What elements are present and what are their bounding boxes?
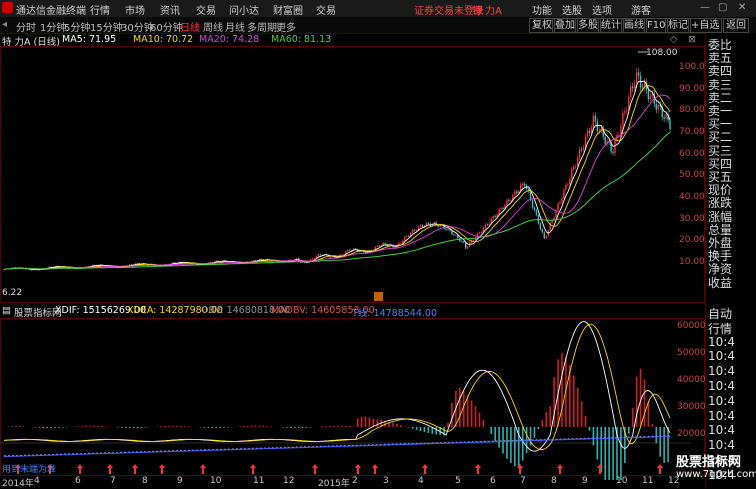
- period-toolbar: ◂ 分时 1分钟 5分钟 15分钟 30分钟 60分钟 日线 周线 月线 多周期…: [0, 17, 756, 34]
- price-tick-label: 50.00: [679, 170, 705, 180]
- indicator-chart[interactable]: 用到末端为准: [0, 318, 705, 480]
- date-tick-label: 11: [642, 476, 653, 486]
- menu-item-ask[interactable]: 问小达: [229, 2, 259, 17]
- indicator-info-line: ▤ 股票指标网 XDIF: 15156269.00 XDEA: 14287980…: [0, 305, 705, 317]
- low-marker: 6.22: [2, 288, 22, 298]
- price-tick-label: 20.00: [679, 235, 705, 245]
- indicator-tick-label: 50000: [677, 348, 706, 358]
- indicator-tick-label: 40000: [677, 375, 706, 385]
- chart-settings-icon[interactable]: ◇: [670, 34, 677, 45]
- menu-item-pick[interactable]: 选股: [562, 2, 582, 17]
- tab-period-30min[interactable]: 30分钟: [121, 19, 154, 34]
- date-tick-label: 10: [616, 476, 627, 486]
- indicator-tick-label: 30000: [677, 402, 706, 412]
- watermark-url: www.7gpzb.com: [676, 469, 756, 480]
- user-guest[interactable]: 游客: [631, 2, 651, 17]
- menu-item-market[interactable]: 行情: [90, 2, 110, 17]
- menu-item-options[interactable]: 选项: [592, 2, 612, 17]
- date-tick-label: 4: [418, 476, 424, 486]
- tab-period-5min[interactable]: 5分钟: [64, 19, 90, 34]
- current-stock: 特 力A: [472, 2, 502, 17]
- tick-row-label: 10:4: [708, 335, 735, 349]
- ma10-value: MA10: 70.72: [133, 34, 193, 45]
- minimize-icon[interactable]: —: [700, 2, 710, 13]
- top-menubar: 通达信金融终端 行情 市场 资讯 交易 问小达 财富圈 交易 证券交易未登录 特…: [0, 0, 756, 18]
- indicator-tick-label: 20000: [677, 429, 706, 439]
- tick-row-label: 10:4: [708, 409, 735, 423]
- price-tick-label: 60.00: [679, 149, 705, 159]
- menu-item-trade2[interactable]: 交易: [316, 2, 336, 17]
- tab-period-daily[interactable]: 日线: [180, 19, 200, 34]
- low-label: 6.22: [2, 288, 22, 298]
- date-tick-label: 12: [283, 476, 294, 486]
- menu-item-wealth[interactable]: 财富圈: [273, 2, 303, 17]
- tab-period-15min[interactable]: 15分钟: [90, 19, 123, 34]
- tab-period-monthly[interactable]: 月线: [225, 19, 245, 34]
- tab-period-60min[interactable]: 60分钟: [150, 19, 183, 34]
- tline-value: T线: 14788544.00: [352, 305, 437, 319]
- add-favorite-button[interactable]: +自选: [688, 18, 722, 33]
- app-logo-icon: [2, 2, 13, 13]
- chart-close-icon[interactable]: ⊠: [688, 34, 696, 45]
- menu-item-news[interactable]: 资讯: [160, 2, 180, 17]
- date-tick-label: 7: [520, 476, 526, 486]
- date-tick-label: 9: [582, 476, 588, 486]
- date-tick-label: 6: [490, 476, 496, 486]
- tab-period-weekly[interactable]: 周线: [203, 19, 223, 34]
- back-button[interactable]: 返回: [723, 18, 749, 33]
- quote-row-label: 收益: [708, 274, 732, 291]
- sub-note-label: 用到末端为准: [2, 463, 56, 475]
- tab-period-multi[interactable]: 多周期: [247, 19, 277, 34]
- price-tick-label: 70.00: [679, 127, 705, 137]
- date-tick-label: 6: [75, 476, 81, 486]
- date-tick-label: 8: [142, 476, 148, 486]
- app-title: 通达信金融终端: [16, 2, 86, 17]
- tick-row-label: 10:4: [708, 379, 735, 393]
- menu-item-trade[interactable]: 交易: [196, 2, 216, 17]
- date-tick-label: 8: [551, 476, 557, 486]
- date-tick-label: 9: [177, 476, 183, 486]
- tick-row-label: 10:4: [708, 423, 735, 437]
- tab-period-intraday[interactable]: 分时: [16, 19, 36, 34]
- tab-period-more[interactable]: 更多: [276, 19, 296, 34]
- date-tick-label: 2: [352, 476, 358, 486]
- date-tick-label: 3: [383, 476, 389, 486]
- quote-side-panel: 委比卖五卖四卖三卖二卖一买一买二买三买四买五现价涨跌涨幅总量外盘换手净资收益自动…: [705, 33, 756, 487]
- close-icon[interactable]: ✕: [738, 2, 746, 13]
- ma60-value: MA60: 81.13: [271, 34, 331, 45]
- price-tick-label: 30.00: [679, 214, 705, 224]
- date-tick-label: 11: [253, 476, 264, 486]
- price-tick-label: 100.0: [679, 62, 705, 72]
- date-tick-label: 2014年: [2, 476, 34, 489]
- price-tick-label: 10.00: [679, 257, 705, 267]
- date-tick-label: 5: [455, 476, 461, 486]
- price-tick-label: 90.00: [679, 84, 705, 94]
- price-tick-label: 80.00: [679, 105, 705, 115]
- restore-icon[interactable]: ▢: [718, 2, 727, 13]
- ma5-value: MA5: 71.95: [62, 34, 116, 45]
- tab-period-1min[interactable]: 1分钟: [40, 19, 66, 34]
- watermark-title: 股票指标网: [676, 451, 741, 470]
- tick-row-label: 10:4: [708, 394, 735, 408]
- date-tick-label: 4: [34, 476, 40, 486]
- indicator-icon[interactable]: ▤: [2, 305, 11, 316]
- tick-row-label: 10:4: [708, 349, 735, 363]
- back-arrow-icon[interactable]: ◂: [2, 19, 7, 30]
- date-axis: 2014年467891011122015年23456789101112: [0, 476, 705, 487]
- ma20-value: MA20: 74.28: [199, 34, 259, 45]
- price-tick-label: 40.00: [679, 192, 705, 202]
- date-tick-label: 2015年: [318, 476, 350, 489]
- menu-item-function[interactable]: 功能: [532, 2, 552, 17]
- event-marker-icon: [374, 292, 383, 301]
- indicator-tick-label: 60000: [677, 321, 706, 331]
- main-price-chart[interactable]: 108.00 6.22: [0, 46, 705, 303]
- date-tick-label: 10: [210, 476, 221, 486]
- date-tick-label: 7: [110, 476, 116, 486]
- high-label: 108.00: [646, 48, 678, 58]
- tick-row-label: 10:4: [708, 364, 735, 378]
- menu-item-exchange[interactable]: 市场: [125, 2, 145, 17]
